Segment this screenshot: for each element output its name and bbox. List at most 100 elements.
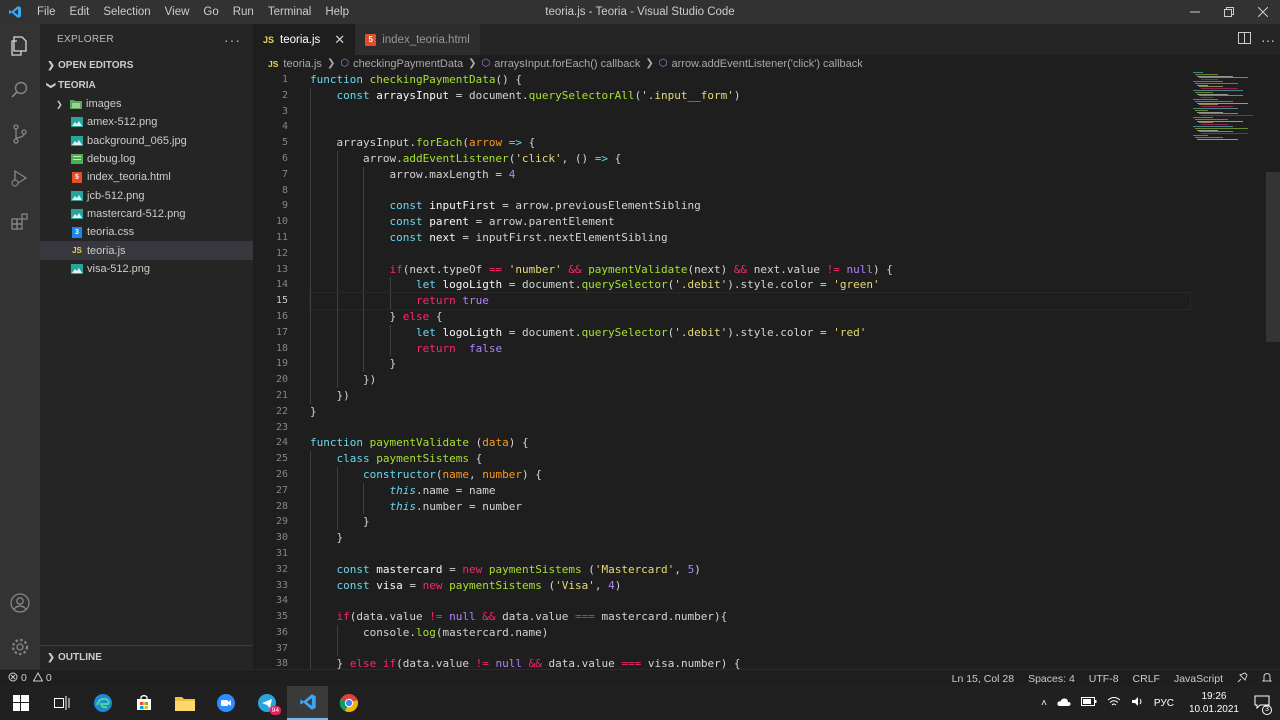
telegram-icon[interactable]: 94 [246, 686, 287, 720]
chevron-up-icon[interactable]: ˄ [1041, 698, 1047, 709]
line-number: 22 [275, 405, 288, 417]
menu-view[interactable]: View [158, 0, 197, 24]
menu-bar: File Edit Selection View Go Run Terminal… [30, 0, 356, 24]
wifi-icon[interactable] [1107, 696, 1121, 710]
volume-icon[interactable] [1131, 696, 1144, 710]
explorer-icon[interactable] [0, 24, 40, 68]
code-line: const arraysInput = document.querySelect… [310, 87, 1190, 104]
feedback-icon[interactable] [1237, 671, 1248, 686]
file-tree-item[interactable]: visa-512.png [40, 260, 253, 278]
line-number: 29 [275, 516, 288, 528]
line-number: 32 [275, 563, 288, 575]
more-actions-icon[interactable]: ··· [224, 32, 241, 48]
menu-help[interactable]: Help [318, 0, 356, 24]
gear-icon[interactable] [0, 625, 40, 669]
code-line: constructor(name, number) { [310, 466, 1190, 483]
task-view-icon[interactable] [41, 686, 82, 720]
status-problems[interactable]: 0 0 [0, 671, 52, 685]
line-number: 28 [275, 500, 288, 512]
menu-run[interactable]: Run [226, 0, 261, 24]
source-control-icon[interactable] [0, 112, 40, 156]
minimap[interactable] [1190, 72, 1266, 142]
chevron-down-icon: ❯ [46, 81, 57, 89]
breadcrumb-item[interactable]: arraysInput.forEach() callback [494, 58, 640, 70]
file-tree-item[interactable]: JS teoria.js [40, 241, 253, 260]
code-editor[interactable]: 1 2 3 4 5 6 7 8 9 10 11 12 13 14 15 16 17 18 19 20 21 22 23 24 2… [253, 72, 1280, 669]
open-editors-section[interactable]: ❯ OPEN EDITORS [40, 55, 253, 75]
store-icon[interactable] [123, 686, 164, 720]
indentation[interactable]: Spaces: 4 [1028, 673, 1075, 685]
file-explorer-icon[interactable] [164, 686, 205, 720]
menu-selection[interactable]: Selection [96, 0, 157, 24]
cursor-position[interactable]: Ln 15, Col 28 [952, 673, 1014, 685]
vertical-scrollbar[interactable] [1266, 72, 1280, 669]
split-editor-icon[interactable] [1232, 32, 1256, 47]
line-number: 23 [275, 421, 288, 433]
code-line [310, 640, 1190, 657]
chrome-icon[interactable] [328, 686, 369, 720]
zoom-icon[interactable] [205, 686, 246, 720]
code-line: }) [310, 387, 350, 404]
notifications-icon[interactable]: 3 [1254, 695, 1272, 715]
file-tree-item[interactable]: 5 index_teoria.html [40, 168, 253, 186]
end-of-line[interactable]: CRLF [1133, 673, 1160, 685]
outline-section[interactable]: ❯ OUTLINE [40, 645, 253, 669]
code-line: const next = inputFirst.nextElementSibli… [310, 229, 1190, 246]
line-number: 18 [275, 342, 288, 354]
line-number: 6 [281, 152, 288, 164]
vscode-taskbar-icon[interactable] [287, 686, 328, 720]
edge-browser-icon[interactable] [82, 686, 123, 720]
menu-edit[interactable]: Edit [63, 0, 97, 24]
menu-terminal[interactable]: Terminal [261, 0, 318, 24]
code-line: } else { [310, 308, 443, 325]
image-file-icon [71, 135, 83, 146]
extensions-icon[interactable] [0, 200, 40, 244]
notification-count: 3 [1262, 704, 1272, 715]
clock[interactable]: 19:26 10.01.2021 [1189, 690, 1239, 716]
run-debug-icon[interactable] [0, 156, 40, 200]
breadcrumb-item[interactable]: arrow.addEventListener('click') callback [672, 58, 863, 70]
close-window-icon[interactable] [1246, 0, 1280, 24]
language-mode[interactable]: JavaScript [1174, 673, 1223, 685]
breadcrumb-item[interactable]: checkingPaymentData [353, 58, 463, 70]
teoria-folder-section[interactable]: ❯ TEORIA [40, 75, 253, 95]
menu-go[interactable]: Go [196, 0, 225, 24]
file-tree-item[interactable]: debug.log [40, 150, 253, 168]
code-area[interactable]: function checkingPaymentData() { const a… [309, 72, 1191, 669]
restore-icon[interactable] [1212, 0, 1246, 24]
image-file-icon [71, 263, 83, 274]
code-line: arraysInput.forEach(arrow => { [310, 135, 536, 151]
file-tree-item[interactable]: amex-512.png [40, 113, 253, 131]
minimize-icon[interactable] [1178, 0, 1212, 24]
search-icon[interactable] [0, 68, 40, 112]
close-icon[interactable]: ✕ [334, 32, 345, 48]
input-language[interactable]: РУС [1154, 698, 1174, 709]
encoding[interactable]: UTF-8 [1089, 673, 1119, 685]
more-actions-icon[interactable]: ··· [1256, 32, 1280, 48]
line-number: 17 [275, 326, 288, 338]
file-tree-item[interactable]: 3 teoria.css [40, 223, 253, 241]
folder-label: TEORIA [58, 79, 96, 91]
file-tree-item[interactable]: mastercard-512.png [40, 205, 253, 223]
file-tree-item[interactable]: ❯ images [40, 95, 253, 113]
file-tree-item[interactable]: background_065.jpg [40, 132, 253, 150]
account-icon[interactable] [0, 581, 40, 625]
file-tree-item[interactable]: jcb-512.png [40, 186, 253, 204]
tab-index-teoria-html[interactable]: 5 index_teoria.html [355, 24, 480, 55]
code-line: if(next.typeOf == 'number' && paymentVal… [310, 261, 1190, 278]
tab-teoria-js[interactable]: JS teoria.js ✕ [253, 24, 356, 55]
file-name: teoria.js [87, 244, 126, 257]
code-line: arrow.addEventListener('click', () => { [310, 150, 622, 167]
line-number: 26 [275, 468, 288, 480]
menu-file[interactable]: File [30, 0, 63, 24]
explorer-sidebar: EXPLORER ··· ❯ OPEN EDITORS ❯ TEORIA ❯ im… [40, 24, 253, 669]
windows-start-icon[interactable] [0, 686, 41, 720]
activity-bar-bottom [0, 581, 40, 669]
breadcrumb-file[interactable]: teoria.js [283, 58, 322, 70]
line-number: 1 [281, 74, 288, 85]
battery-icon[interactable] [1080, 697, 1097, 709]
scrollbar-thumb[interactable] [1266, 172, 1280, 342]
file-tree: ❯ images amex-512.png background_065.jpg deb… [40, 95, 253, 278]
cloud-icon[interactable] [1057, 697, 1071, 709]
bell-icon[interactable] [1261, 672, 1273, 686]
